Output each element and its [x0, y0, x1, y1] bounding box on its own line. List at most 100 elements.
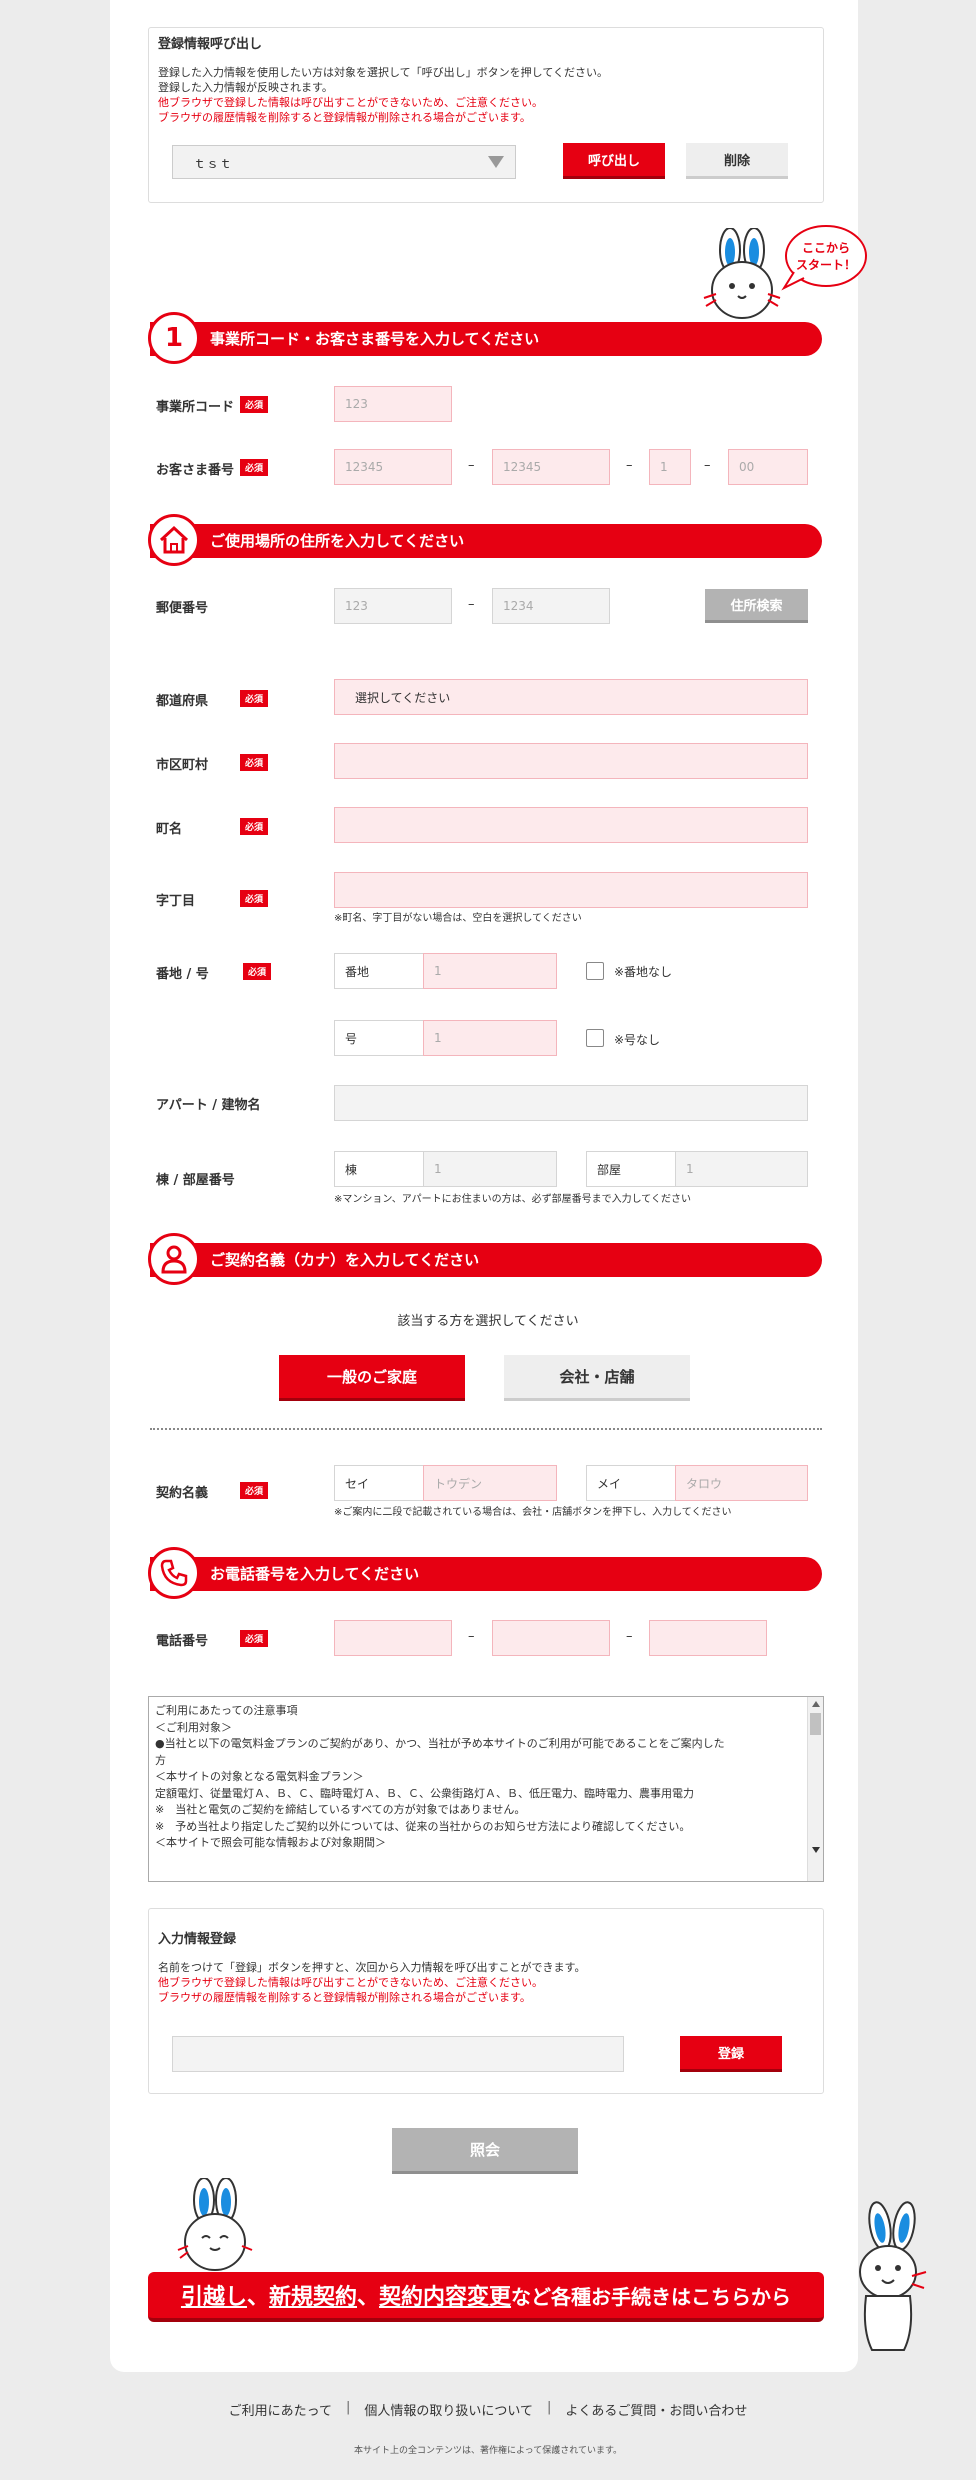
- chome-select[interactable]: [334, 872, 808, 908]
- scroll-up-icon[interactable]: [812, 1701, 820, 1707]
- rabbit-mascot-icon: [703, 228, 781, 319]
- house-icon: [148, 514, 200, 566]
- required-badge: 必須: [240, 818, 268, 835]
- recall-title: 登録情報呼び出し: [158, 37, 263, 52]
- room-label: 棟 / 部屋番号: [156, 1173, 235, 1188]
- dash: –: [468, 597, 475, 612]
- town-select[interactable]: [334, 807, 808, 843]
- person-icon: [148, 1233, 200, 1285]
- footer-links: ご利用にあたって | 個人情報の取り扱いについて | よくあるご質問・お問い合わ…: [0, 2400, 976, 2419]
- recall-select[interactable]: ｔｓｔ: [172, 145, 516, 179]
- number-one-icon: 1: [148, 312, 200, 364]
- room-hint: ※マンション、アパートにお住まいの方は、必ず部屋番号まで入力してください: [334, 1194, 691, 1205]
- rabbit-mascot-icon: [859, 2201, 927, 2351]
- terms-scrollbar[interactable]: [807, 1697, 823, 1881]
- tou-prefix: 棟: [334, 1151, 424, 1187]
- required-badge: 必須: [240, 459, 268, 476]
- dash: –: [704, 458, 711, 473]
- city-label: 市区町村: [156, 758, 209, 773]
- customer-number-input-2[interactable]: 12345: [492, 449, 610, 485]
- building-label: アパート / 建物名: [156, 1098, 261, 1113]
- prefecture-label: 都道府県: [156, 694, 209, 709]
- office-code-label: 事業所コード: [156, 400, 235, 415]
- footer-link-faq[interactable]: よくあるご質問・お問い合わせ: [551, 2400, 761, 2419]
- recall-note: 登録した入力情報を使用したい方は対象を選択して「呼び出し」ボタンを押してください…: [158, 66, 609, 124]
- contract-hint: ※ご案内に二段で記載されている場合は、会社・店舗ボタンを押下し、入力してください: [334, 1507, 732, 1518]
- required-badge: 必須: [240, 396, 268, 413]
- bubble-text: ここから スタート！: [795, 241, 856, 272]
- register-button[interactable]: 登録: [680, 2036, 782, 2072]
- required-badge: 必須: [240, 754, 268, 771]
- banchi-input[interactable]: 1: [423, 953, 557, 989]
- mei-prefix: メイ: [586, 1465, 676, 1501]
- banchi-label: 番地 / 号: [156, 967, 209, 982]
- building-input[interactable]: [334, 1085, 808, 1121]
- prefecture-select[interactable]: 選択してください: [334, 679, 808, 715]
- required-badge: 必須: [243, 963, 271, 980]
- footer-link-privacy[interactable]: 個人情報の取り扱いについて: [350, 2400, 547, 2419]
- terms-textarea[interactable]: ご利用にあたっての注意事項 ＜ご利用対象＞ ●当社と以下の電気料金プランのご契約…: [148, 1696, 824, 1882]
- required-badge: 必須: [240, 890, 268, 907]
- inquiry-button[interactable]: 照会: [392, 2128, 578, 2174]
- go-input[interactable]: 1: [423, 1020, 557, 1056]
- customer-number-input-1[interactable]: 12345: [334, 449, 452, 485]
- scroll-down-icon[interactable]: [812, 1847, 820, 1853]
- banchi-prefix: 番地: [334, 953, 424, 989]
- postal-code-label: 郵便番号: [156, 601, 209, 616]
- contract-select-prompt: 該当する方を選択してください: [397, 1314, 579, 1329]
- no-go-checkbox[interactable]: [586, 1029, 604, 1047]
- mei-input[interactable]: タロウ: [675, 1465, 808, 1501]
- city-select[interactable]: [334, 743, 808, 779]
- call-button[interactable]: 呼び出し: [563, 143, 665, 179]
- contract-name-label: 契約名義: [156, 1486, 209, 1501]
- chome-label: 字丁目: [156, 894, 196, 909]
- no-go-label: ※号なし: [614, 1033, 661, 1047]
- terms-content: ご利用にあたっての注意事項 ＜ご利用対象＞ ●当社と以下の電気料金プランのご契約…: [155, 1704, 725, 1849]
- tou-input[interactable]: 1: [423, 1151, 557, 1187]
- customer-number-input-4[interactable]: 00: [728, 449, 808, 485]
- heya-prefix: 部屋: [586, 1151, 676, 1187]
- dash: –: [626, 458, 633, 473]
- procedures-banner[interactable]: 引越し、新規契約、契約内容変更 など各種お手続きはこちらから: [148, 2272, 824, 2322]
- phone-input-1[interactable]: [334, 1620, 452, 1656]
- divider: [150, 1428, 822, 1430]
- chevron-down-icon: [488, 156, 504, 168]
- heya-input[interactable]: 1: [675, 1151, 808, 1187]
- section-4-header: お電話番号を入力してください: [148, 1547, 822, 1599]
- chome-hint: ※町名、字丁目がない場合は、空白を選択してください: [334, 913, 582, 924]
- required-badge: 必須: [240, 1482, 268, 1499]
- section-3-header: ご契約名義（カナ）を入力してください: [148, 1233, 822, 1285]
- register-title: 入力情報登録: [158, 1932, 237, 1947]
- required-badge: 必須: [240, 1630, 268, 1647]
- delete-button[interactable]: 削除: [686, 143, 788, 179]
- rabbit-mascot-icon: [177, 2178, 253, 2271]
- customer-number-input-3[interactable]: 1: [649, 449, 691, 485]
- register-note: 名前をつけて「登録」ボタンを押すと、次回から入力情報を呼び出すことができます。 …: [158, 1961, 586, 2004]
- section-2-header: ご使用場所の住所を入力してください: [148, 514, 822, 566]
- sei-input[interactable]: トウデン: [423, 1465, 557, 1501]
- scroll-thumb[interactable]: [810, 1713, 821, 1735]
- town-label: 町名: [156, 822, 183, 837]
- phone-icon: [148, 1547, 200, 1599]
- copyright: 本サイト上の全コンテンツは、著作権によって保護されています。: [353, 2446, 623, 2456]
- no-banchi-label: ※番地なし: [614, 965, 673, 979]
- footer-link-terms[interactable]: ご利用にあたって: [215, 2400, 346, 2419]
- phone-input-2[interactable]: [492, 1620, 610, 1656]
- customer-number-label: お客さま番号: [156, 463, 235, 478]
- postal-code-input-2[interactable]: 1234: [492, 588, 610, 624]
- address-search-button[interactable]: 住所検索: [705, 589, 808, 623]
- sei-prefix: セイ: [334, 1465, 424, 1501]
- register-name-input[interactable]: [172, 2036, 624, 2072]
- phone-input-3[interactable]: [649, 1620, 767, 1656]
- home-button[interactable]: 一般のご家庭: [279, 1355, 465, 1401]
- office-code-input[interactable]: 123: [334, 386, 452, 422]
- dash: –: [626, 1629, 633, 1644]
- dash: –: [468, 458, 475, 473]
- company-button[interactable]: 会社・店舗: [504, 1355, 690, 1401]
- dash: –: [468, 1629, 475, 1644]
- postal-code-input-1[interactable]: 123: [334, 588, 452, 624]
- go-prefix: 号: [334, 1020, 424, 1056]
- phone-label: 電話番号: [156, 1634, 209, 1649]
- no-banchi-checkbox[interactable]: [586, 962, 604, 980]
- required-badge: 必須: [240, 690, 268, 707]
